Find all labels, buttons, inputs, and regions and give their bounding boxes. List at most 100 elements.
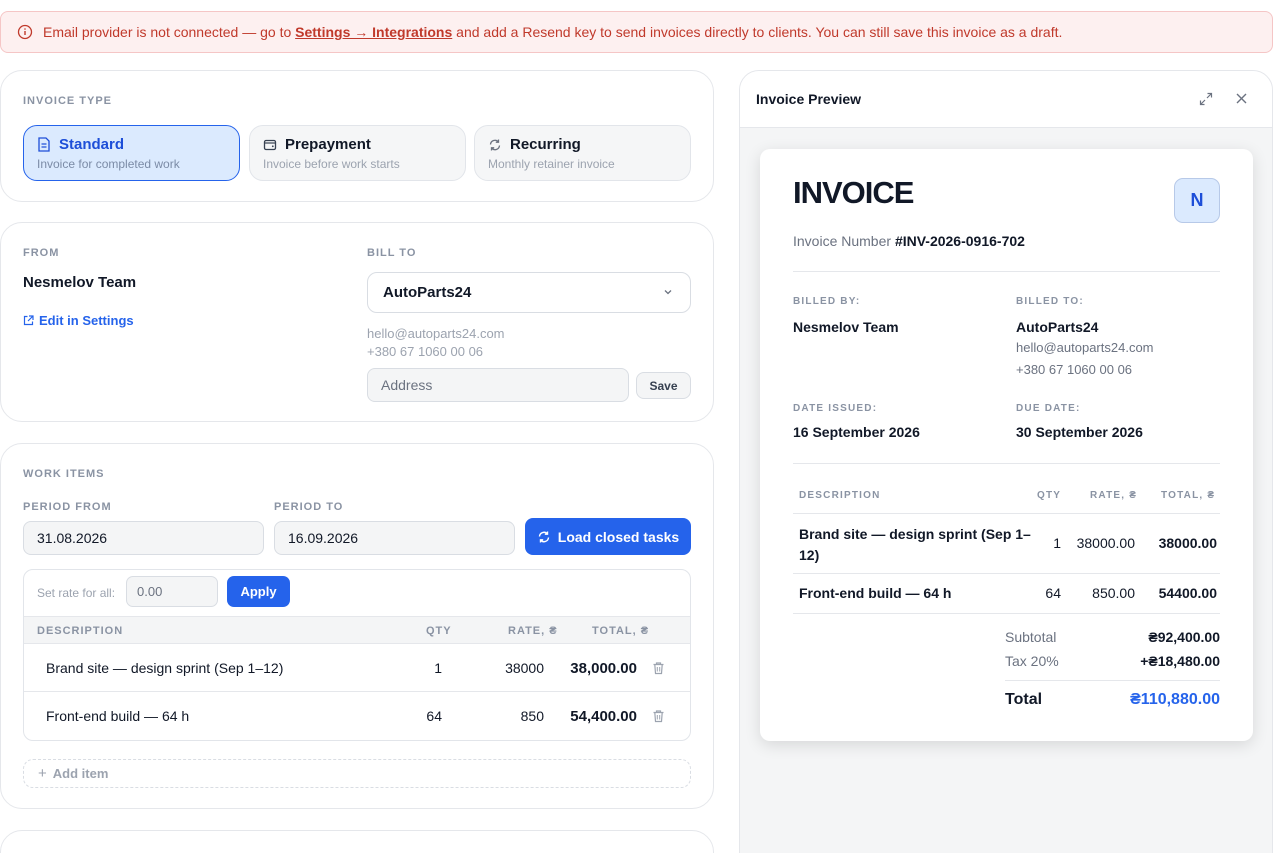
billed-by-label: BILLED BY: xyxy=(793,296,861,307)
preview-item-qty: 64 xyxy=(1045,585,1061,601)
invoice-heading: INVOICE xyxy=(793,175,914,210)
divider xyxy=(793,271,1220,272)
column-header-description: DESCRIPTION xyxy=(37,625,124,637)
bulk-rate-placeholder: 0.00 xyxy=(137,584,163,599)
load-closed-tasks-label: Load closed tasks xyxy=(557,528,680,545)
wallet-icon xyxy=(263,139,277,150)
table-header: DESCRIPTION QTY RATE, ₴ TOTAL, ₴ xyxy=(24,616,690,644)
preview-column-description: DESCRIPTION xyxy=(799,490,881,501)
invoice-type-subtitle: Invoice for completed work xyxy=(37,157,180,171)
chevron-down-icon xyxy=(664,290,672,295)
billed-to-email: hello@autoparts24.com xyxy=(1016,340,1154,355)
settings-integrations-link[interactable]: Settings → Integrations xyxy=(295,24,452,40)
column-header-total: TOTAL, ₴ xyxy=(592,625,650,637)
bulk-rate-input[interactable]: 0.00 xyxy=(126,576,218,607)
expand-icon[interactable] xyxy=(1199,92,1213,106)
billed-to-label: BILLED TO: xyxy=(1016,296,1084,307)
preview-column-rate: RATE, ₴ xyxy=(1090,490,1138,501)
preview-item-rate: 850.00 xyxy=(1092,585,1135,601)
table-row: Front-end build — 64 h 64 850 54,400.00 xyxy=(24,692,690,740)
item-total: 54,400.00 xyxy=(570,708,637,725)
bill-to-label: BILL TO xyxy=(367,247,417,259)
divider xyxy=(793,613,1220,614)
period-to-label: PERIOD TO xyxy=(274,501,344,513)
billed-to-name: AutoParts24 xyxy=(1016,319,1099,335)
external-link-icon xyxy=(23,315,34,326)
document-icon xyxy=(38,137,50,152)
item-rate[interactable]: 38000 xyxy=(474,660,544,676)
client-select-value: AutoParts24 xyxy=(383,284,472,301)
work-items-label: WORK ITEMS xyxy=(23,468,105,480)
close-icon[interactable] xyxy=(1235,92,1248,105)
period-from-input[interactable]: 31.08.2026 xyxy=(23,521,264,555)
add-item-label: Add item xyxy=(52,766,109,781)
trash-icon[interactable] xyxy=(652,661,665,675)
preview-item-description: Front-end build — 64 h xyxy=(799,585,952,601)
subtotal-label: Subtotal xyxy=(1005,629,1057,645)
apply-rate-button[interactable]: Apply xyxy=(227,576,290,607)
due-date-label: DUE DATE: xyxy=(1016,403,1081,414)
invoice-type-subtitle: Monthly retainer invoice xyxy=(488,157,615,171)
invoice-number: #INV-2026-0916-702 xyxy=(894,233,1025,249)
edit-in-settings-link[interactable]: Edit in Settings xyxy=(23,313,134,328)
plus-icon: + xyxy=(38,765,47,782)
invoice-number-line: Invoice Number #INV-2026-0916-702 xyxy=(793,233,1025,249)
address-input[interactable]: Address xyxy=(367,368,629,402)
period-from-label: PERIOD FROM xyxy=(23,501,112,513)
due-date: 30 September 2026 xyxy=(1016,424,1143,440)
save-address-button[interactable]: Save xyxy=(636,372,691,399)
item-rate[interactable]: 850 xyxy=(474,708,544,724)
total-value: ₴110,880.00 xyxy=(1130,691,1220,708)
date-issued: 16 September 2026 xyxy=(793,424,920,440)
invoice-type-standard[interactable]: Standard Invoice for completed work xyxy=(23,125,240,181)
invoice-preview-panel: Invoice Preview INVOICE N Invoice Number… xyxy=(739,70,1273,853)
invoice-type-title: Prepayment xyxy=(285,136,371,153)
alert-text-suffix: and add a Resend key to send invoices di… xyxy=(452,24,1063,40)
load-closed-tasks-button[interactable]: Load closed tasks xyxy=(525,518,691,555)
work-items-card: WORK ITEMS PERIOD FROM PERIOD TO 31.08.2… xyxy=(0,443,714,809)
client-select[interactable]: AutoParts24 xyxy=(367,272,691,313)
date-issued-label: DATE ISSUED: xyxy=(793,403,878,414)
item-description[interactable]: Brand site — design sprint (Sep 1–12) xyxy=(46,660,283,676)
period-to-value: 16.09.2026 xyxy=(288,530,359,546)
preview-item-qty: 1 xyxy=(1053,535,1061,551)
alert-text-prefix: Email provider is not connected — go to xyxy=(43,24,296,40)
divider xyxy=(793,573,1220,574)
invoice-type-card: INVOICE TYPE Standard Invoice for comple… xyxy=(0,70,714,202)
from-label: FROM xyxy=(23,247,60,259)
refresh-icon xyxy=(489,139,501,150)
invoice-document: INVOICE N Invoice Number #INV-2026-0916-… xyxy=(760,149,1253,741)
item-description[interactable]: Front-end build — 64 h xyxy=(46,708,189,724)
client-phone: +380 67 1060 00 06 xyxy=(367,344,484,359)
address-placeholder: Address xyxy=(381,377,433,393)
invoice-type-prepayment[interactable]: Prepayment Invoice before work starts xyxy=(249,125,466,181)
work-items-table: Set rate for all: 0.00 Apply DESCRIPTION… xyxy=(23,569,691,741)
total-label: Total xyxy=(1005,691,1043,708)
tax-label: Tax 20% xyxy=(1005,653,1059,669)
next-section-card xyxy=(0,830,714,853)
item-qty[interactable]: 64 xyxy=(404,708,442,724)
column-header-qty: QTY xyxy=(426,625,452,637)
invoice-number-label: Invoice Number xyxy=(793,233,892,249)
preview-item-rate: 38000.00 xyxy=(1076,535,1135,551)
preview-header: Invoice Preview xyxy=(740,71,1272,128)
preview-column-qty: QTY xyxy=(1037,490,1062,501)
edit-in-settings-label: Edit in Settings xyxy=(39,313,134,328)
company-logo: N xyxy=(1174,178,1220,223)
invoice-type-title: Recurring xyxy=(510,136,581,153)
preview-title: Invoice Preview xyxy=(756,91,862,107)
from-name: Nesmelov Team xyxy=(23,274,137,291)
subtotal-value: ₴92,400.00 xyxy=(1148,629,1220,645)
period-to-input[interactable]: 16.09.2026 xyxy=(274,521,515,555)
item-qty[interactable]: 1 xyxy=(404,660,442,676)
invoice-type-subtitle: Invoice before work starts xyxy=(263,157,400,171)
info-icon xyxy=(17,24,33,40)
divider xyxy=(793,463,1220,464)
trash-icon[interactable] xyxy=(652,709,665,723)
invoice-type-recurring[interactable]: Recurring Monthly retainer invoice xyxy=(474,125,691,181)
tax-value: +₴18,480.00 xyxy=(1140,653,1220,669)
add-item-button[interactable]: + Add item xyxy=(23,759,691,788)
parties-card: FROM Nesmelov Team Edit in Settings BILL… xyxy=(0,222,714,422)
divider xyxy=(1005,680,1220,681)
preview-item-description-line: Brand site — design sprint (Sep 1– xyxy=(799,526,1031,542)
